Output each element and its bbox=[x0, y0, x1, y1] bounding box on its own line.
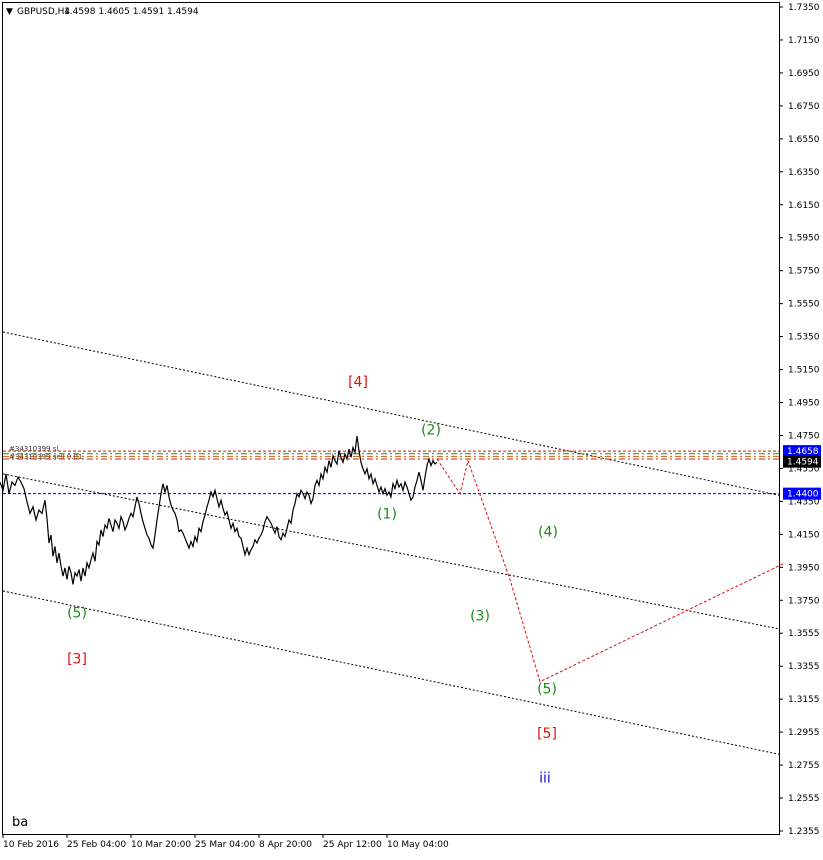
y-tick-label: 1.4750 bbox=[788, 431, 820, 441]
wave-label: iii bbox=[539, 770, 551, 786]
y-tick-label: 1.6550 bbox=[788, 135, 820, 145]
y-tick-label: 1.3355 bbox=[788, 662, 820, 672]
y-tick-label: 1.5350 bbox=[788, 333, 820, 343]
wave-label: [5] bbox=[537, 726, 557, 742]
x-tick-label: 10 May 04:00 bbox=[387, 840, 449, 850]
y-tick-label: 1.5550 bbox=[788, 300, 820, 310]
y-tick-label: 1.4950 bbox=[788, 399, 820, 409]
y-tick-label: 1.5150 bbox=[788, 366, 820, 376]
y-tick-label: 1.6350 bbox=[788, 168, 820, 178]
price-label-text: 1.4400 bbox=[787, 490, 819, 500]
y-tick-label: 1.7150 bbox=[788, 36, 820, 46]
channel-line bbox=[2, 331, 780, 496]
order-line-text: #34310399 sl bbox=[9, 445, 58, 453]
header-symbol: GBPUSD,H4 bbox=[17, 7, 70, 17]
projection-line bbox=[436, 458, 786, 683]
y-tick-label: 1.3950 bbox=[788, 563, 820, 573]
chart: ▼ GBPUSD,H4 1.4598 1.4605 1.4591 1.4594 … bbox=[0, 0, 823, 856]
wave-label: (1) bbox=[377, 506, 397, 522]
x-tick-label: 10 Mar 20:00 bbox=[131, 840, 191, 850]
y-tick-label: 1.3155 bbox=[788, 695, 820, 705]
x-tick-label: 25 Feb 04:00 bbox=[67, 840, 126, 850]
price-label-text: 1.4594 bbox=[787, 458, 819, 468]
y-tick-label: 1.7350 bbox=[788, 3, 820, 13]
wave-label: (2) bbox=[421, 422, 441, 438]
wave-label: (4) bbox=[538, 525, 558, 541]
wave-label: (5) bbox=[67, 605, 87, 621]
projection-path bbox=[436, 458, 786, 683]
channel-lines bbox=[2, 331, 780, 755]
y-tick-label: 1.4150 bbox=[788, 530, 820, 540]
x-tick-label: 25 Apr 12:00 bbox=[323, 840, 382, 850]
x-axis: 10 Feb 2016 25 Feb 04:00 10 Mar 20:00 25 Ma… bbox=[2, 834, 449, 850]
channel-line bbox=[2, 590, 780, 755]
y-tick-label: 1.3555 bbox=[788, 629, 820, 639]
wave-label: (5) bbox=[537, 681, 557, 697]
wave-labels: [4] (2) (1) (4) (3) (5) [3] (5) [5] iii bbox=[67, 374, 558, 786]
footer-label: ba bbox=[12, 815, 28, 830]
price-label-text: 1.4658 bbox=[787, 447, 819, 457]
y-tick-label: 1.2955 bbox=[788, 728, 820, 738]
x-tick-label: 10 Feb 2016 bbox=[3, 840, 59, 850]
y-tick-label: 1.6750 bbox=[788, 102, 820, 112]
y-tick-label: 1.2555 bbox=[788, 794, 820, 804]
chart-svg: ▼ GBPUSD,H4 1.4598 1.4605 1.4591 1.4594 … bbox=[0, 2, 821, 850]
x-tick-label: 25 Mar 04:00 bbox=[195, 840, 255, 850]
horizontal-lines bbox=[3, 450, 779, 495]
y-tick-label: 1.2355 bbox=[788, 827, 820, 837]
header-arrow-icon[interactable]: ▼ bbox=[6, 7, 13, 17]
header-ohlc: 1.4598 1.4605 1.4591 1.4594 bbox=[64, 7, 199, 17]
wave-label: [3] bbox=[67, 652, 87, 668]
y-axis: 1.7350 1.7150 1.6950 1.6750 1.6550 1.6350 1.61… bbox=[779, 3, 820, 837]
y-tick-label: 1.2755 bbox=[788, 761, 820, 771]
x-tick-label: 8 Apr 20:00 bbox=[259, 840, 312, 850]
plot-frame bbox=[2, 2, 780, 835]
y-tick-label: 1.5750 bbox=[788, 267, 820, 277]
wave-label: (3) bbox=[470, 609, 490, 625]
y-tick-label: 1.3750 bbox=[788, 596, 820, 606]
wave-label: [4] bbox=[348, 374, 368, 390]
y-tick-label: 1.6150 bbox=[788, 201, 820, 211]
y-tick-label: 1.5950 bbox=[788, 234, 820, 244]
y-tick-label: 1.6950 bbox=[788, 69, 820, 79]
